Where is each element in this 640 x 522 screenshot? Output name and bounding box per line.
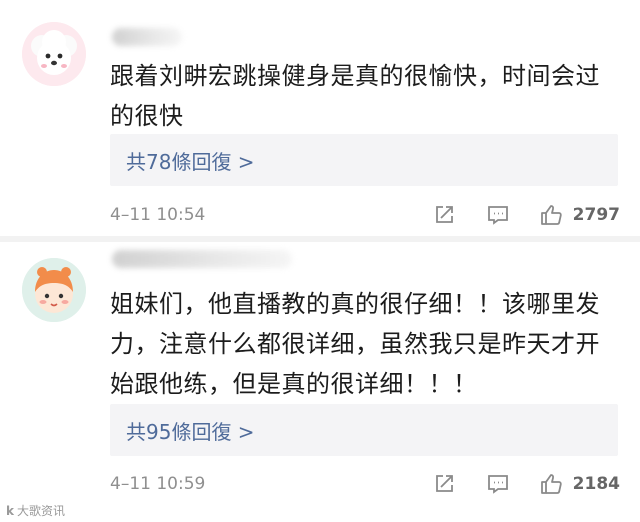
thumbs-up-icon[interactable] (539, 471, 565, 497)
comment-icon[interactable] (485, 202, 511, 228)
watermark: k 大歌资讯 (6, 502, 65, 519)
comment-time: 4–11 10:54 (110, 205, 206, 225)
comment-icon[interactable] (485, 471, 511, 497)
watermark-text: 大歌资讯 (16, 504, 65, 518)
comment-meta: 4–11 10:59 2184 (110, 469, 620, 499)
share-icon[interactable] (431, 202, 457, 228)
girl-avatar-icon (22, 258, 86, 322)
dog-avatar-icon (22, 22, 86, 86)
avatar[interactable] (22, 258, 86, 322)
like-count: 2797 (572, 205, 620, 225)
watermark-logo: k (6, 503, 14, 518)
avatar[interactable] (22, 22, 86, 86)
comment-meta: 4–11 10:54 2797 (110, 200, 620, 230)
comment-text: 姐妹们，他直播教的真的很仔细！！该哪里发力，注意什么都很详细，虽然我只是昨天才开… (110, 290, 600, 398)
share-icon[interactable] (431, 471, 457, 497)
comment-item: 姐妹们，他直播教的真的很仔细！！该哪里发力，注意什么都很详细，虽然我只是昨天才开… (0, 236, 640, 522)
comment-text: 跟着刘畊宏跳操健身是真的很愉快，时间会过的很快 (110, 62, 600, 130)
comment-time: 4–11 10:59 (110, 474, 206, 494)
username-redacted[interactable] (112, 28, 182, 46)
view-replies-button[interactable]: 共78條回復 > (110, 134, 618, 186)
comment-item: 跟着刘畊宏跳操健身是真的很愉快，时间会过的很快 共78條回復 > 4–11 10… (0, 0, 640, 236)
view-replies-button[interactable]: 共95條回復 > (110, 404, 618, 456)
like-count: 2184 (572, 474, 620, 494)
comment-divider (0, 236, 640, 242)
username-redacted[interactable] (112, 250, 292, 268)
thumbs-up-icon[interactable] (539, 202, 565, 228)
